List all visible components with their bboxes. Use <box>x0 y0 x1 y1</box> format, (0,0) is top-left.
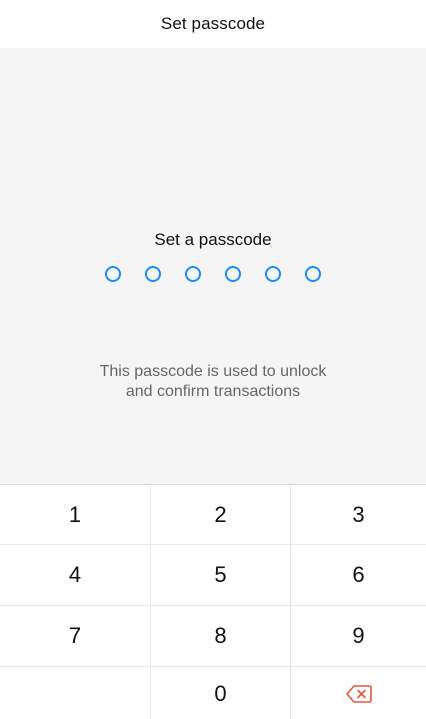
passcode-dot <box>105 266 121 282</box>
passcode-dot <box>225 266 241 282</box>
key-9[interactable]: 9 <box>291 606 426 667</box>
key-5[interactable]: 5 <box>151 545 291 606</box>
key-empty <box>0 667 151 719</box>
passcode-dot <box>185 266 201 282</box>
backspace-icon <box>345 684 372 703</box>
passcode-dot <box>265 266 281 282</box>
passcode-screen: Set passcode Set a passcode This passcod… <box>0 0 426 719</box>
passcode-dot <box>145 266 161 282</box>
delete-key[interactable] <box>291 667 426 719</box>
key-1[interactable]: 1 <box>0 485 151 545</box>
key-8[interactable]: 8 <box>151 606 291 667</box>
key-3[interactable]: 3 <box>291 485 426 545</box>
passcode-hint-line: and confirm transactions <box>125 383 301 400</box>
passcode-dots <box>0 266 426 282</box>
passcode-entry-panel: Set a passcode This passcode is used to … <box>0 48 426 484</box>
page-title: Set passcode <box>160 14 266 33</box>
passcode-prompt: Set a passcode <box>154 230 272 249</box>
key-7[interactable]: 7 <box>0 606 151 667</box>
key-2[interactable]: 2 <box>151 485 291 545</box>
numeric-keypad: 1 2 3 4 5 6 7 8 9 0 <box>0 484 426 719</box>
key-4[interactable]: 4 <box>0 545 151 606</box>
passcode-dot <box>305 266 321 282</box>
nav-bar: Set passcode <box>0 0 426 48</box>
passcode-hint: This passcode is used to unlock and conf… <box>40 362 386 402</box>
key-6[interactable]: 6 <box>291 545 426 606</box>
passcode-hint-line: This passcode is used to unlock <box>99 363 327 380</box>
key-0[interactable]: 0 <box>151 667 291 719</box>
